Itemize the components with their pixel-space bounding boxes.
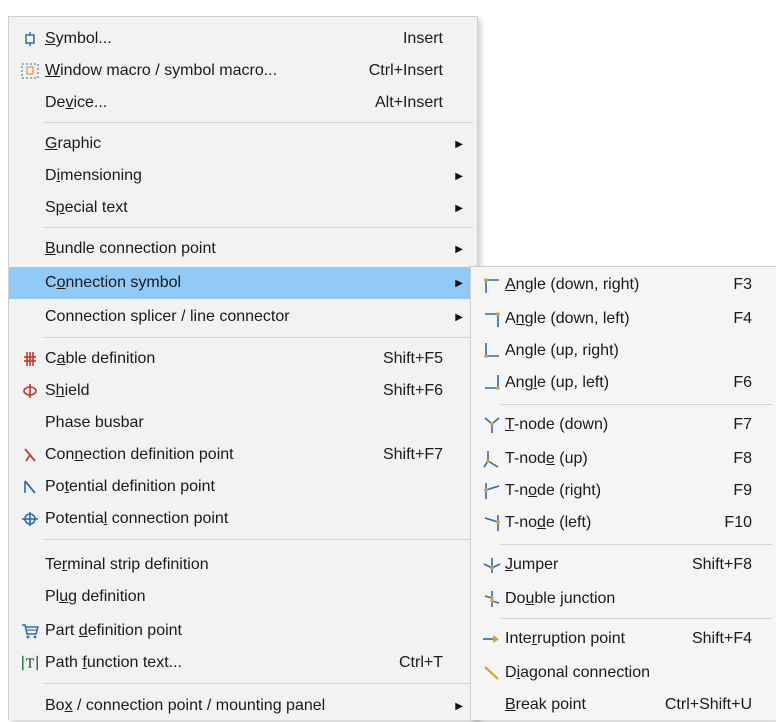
submenu-arrow-icon: ▶	[455, 138, 463, 150]
submenu-item-jumper[interactable]: Jumper Shift+F8	[471, 549, 776, 581]
t-node-left-icon	[481, 514, 503, 532]
shortcut-label: F4	[733, 310, 752, 327]
menu-item-plug-definition[interactable]: Plug definition	[9, 581, 477, 613]
svg-text:T: T	[26, 657, 34, 671]
submenu-arrow-icon: ▶	[455, 700, 463, 712]
submenu-item-t-node-right[interactable]: T-node (right) F9	[471, 475, 776, 507]
submenu-item-angle-up-left[interactable]: Angle (up, left) F6	[471, 367, 776, 399]
submenu-item-double-junction[interactable]: Double junction	[471, 583, 776, 615]
cable-icon	[21, 350, 39, 368]
separator	[43, 227, 473, 228]
menu-item-potential-definition-point[interactable]: Potential definition point	[9, 471, 477, 503]
menu-item-shield[interactable]: Shield Shift+F6	[9, 375, 477, 407]
potential-definition-icon	[21, 478, 39, 496]
angle-up-right-icon	[481, 342, 503, 360]
menu-item-bundle-connection-point[interactable]: Bundle connection point ▶	[9, 233, 477, 265]
menu-item-part-definition-point[interactable]: Part definition point	[9, 615, 477, 647]
part-icon	[21, 622, 39, 640]
shortcut-label: Shift+F8	[691, 556, 752, 573]
submenu-item-interruption-point[interactable]: Interruption point Shift+F4	[471, 623, 776, 655]
submenu-arrow-icon: ▶	[455, 311, 463, 323]
diagonal-connection-icon	[481, 664, 503, 682]
menu-item-phase-busbar[interactable]: Phase busbar	[9, 407, 477, 439]
window-macro-icon	[21, 62, 39, 80]
menu-item-connection-definition-point[interactable]: Connection definition point Shift+F7	[9, 439, 477, 471]
double-junction-icon	[481, 590, 503, 608]
menu-item-terminal-strip-definition[interactable]: Terminal strip definition	[9, 549, 477, 581]
menu-item-potential-connection-point[interactable]: Potential connection point	[9, 503, 477, 535]
submenu-item-t-node-up[interactable]: T-node (up) F8	[471, 443, 776, 475]
symbol-icon	[21, 30, 39, 48]
angle-up-left-icon	[481, 374, 503, 392]
potential-connection-icon	[21, 510, 39, 528]
shortcut-label: Alt+Insert	[374, 94, 443, 111]
submenu-item-angle-down-right[interactable]: Angle (down, right) F3	[471, 269, 776, 301]
angle-down-left-icon	[481, 310, 503, 328]
menu-item-window-macro[interactable]: Window macro / symbol macro... Ctrl+Inse…	[9, 55, 477, 87]
shortcut-label: F6	[733, 374, 752, 391]
shield-icon	[21, 382, 39, 400]
menu-item-special-text[interactable]: Special text ▶	[9, 192, 477, 224]
menu-item-connection-splicer[interactable]: Connection splicer / line connector ▶	[9, 301, 477, 333]
menu-item-path-function-text[interactable]: T Path function text... Ctrl+T	[9, 647, 477, 679]
connection-symbol-submenu: Angle (down, right) F3 Angle (down, left…	[470, 266, 776, 720]
connection-definition-icon	[21, 446, 39, 464]
menu-item-device[interactable]: Device... Alt+Insert	[9, 87, 477, 119]
t-node-down-icon	[481, 416, 503, 434]
separator	[43, 337, 473, 338]
interruption-point-icon	[481, 630, 503, 648]
submenu-item-angle-up-right[interactable]: Angle (up, right)	[471, 335, 776, 367]
submenu-item-break-point[interactable]: Break point Ctrl+Shift+U	[471, 689, 776, 721]
menu-item-box-connection-point[interactable]: Box / connection point / mounting panel …	[9, 690, 477, 722]
submenu-arrow-icon: ▶	[455, 202, 463, 214]
submenu-item-t-node-left[interactable]: T-node (left) F10	[471, 507, 776, 539]
submenu-arrow-icon: ▶	[455, 277, 463, 289]
shortcut-label: Insert	[402, 30, 443, 47]
submenu-item-diagonal-connection[interactable]: Diagonal connection	[471, 657, 776, 689]
shortcut-label: F3	[733, 276, 752, 293]
t-node-right-icon	[481, 482, 503, 500]
shortcut-label: Ctrl+T	[399, 654, 443, 671]
context-menu: Symbol... Insert Window macro / symbol m…	[8, 16, 478, 720]
angle-down-right-icon	[481, 276, 503, 294]
submenu-item-angle-down-left[interactable]: Angle (down, left) F4	[471, 303, 776, 335]
separator	[501, 618, 772, 619]
submenu-item-t-node-down[interactable]: T-node (down) F7	[471, 409, 776, 441]
shortcut-label: Shift+F7	[382, 446, 443, 463]
submenu-arrow-icon: ▶	[455, 243, 463, 255]
menu-item-graphic[interactable]: Graphic ▶	[9, 128, 477, 160]
shortcut-label: F9	[733, 482, 752, 499]
menu-item-connection-symbol[interactable]: Connection symbol ▶	[9, 267, 477, 299]
shortcut-label: Ctrl+Shift+U	[664, 696, 752, 713]
shortcut-label: Shift+F6	[382, 382, 443, 399]
shortcut-label: F7	[733, 416, 752, 433]
separator	[43, 122, 473, 123]
menu-item-cable-definition[interactable]: Cable definition Shift+F5	[9, 343, 477, 375]
jumper-icon	[481, 556, 503, 574]
shortcut-label: F8	[733, 450, 752, 467]
shortcut-label: Ctrl+Insert	[368, 62, 443, 79]
submenu-arrow-icon: ▶	[455, 170, 463, 182]
path-text-icon: T	[21, 654, 39, 672]
separator	[43, 539, 473, 540]
shortcut-label: Shift+F4	[691, 630, 752, 647]
separator	[501, 404, 772, 405]
shortcut-label: Shift+F5	[382, 350, 443, 367]
menu-item-symbol[interactable]: Symbol... Insert	[9, 23, 477, 55]
separator	[501, 544, 772, 545]
t-node-up-icon	[481, 450, 503, 468]
separator	[43, 683, 473, 684]
shortcut-label: F10	[724, 514, 752, 531]
menu-item-dimensioning[interactable]: Dimensioning ▶	[9, 160, 477, 192]
